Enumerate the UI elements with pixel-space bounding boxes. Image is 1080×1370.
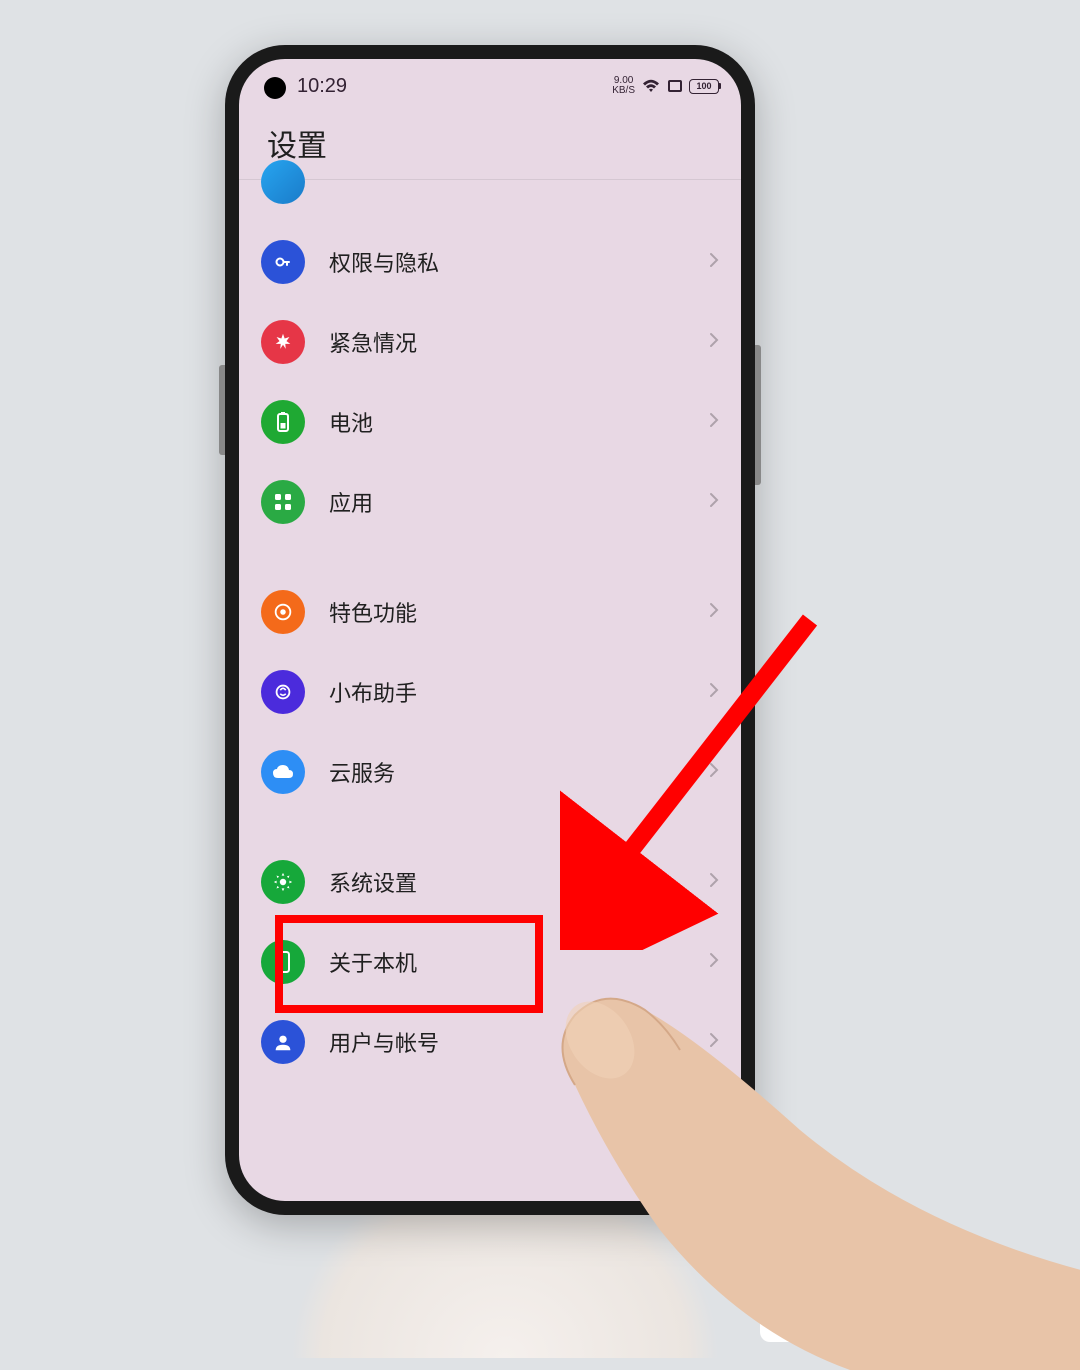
chevron-right-icon [709, 1032, 719, 1053]
item-label: 电池 [329, 406, 709, 438]
assistant-icon [261, 670, 305, 714]
page-title: 设置 [239, 113, 741, 179]
about-phone-icon [261, 940, 305, 984]
item-user-account[interactable]: 用户与帐号 [239, 1002, 741, 1082]
system-settings-icon [261, 860, 305, 904]
partial-item-icon [261, 160, 305, 204]
item-label: 应用 [329, 486, 709, 518]
watermark-logo [760, 1296, 806, 1342]
item-about-phone[interactable]: 关于本机 [239, 922, 741, 1002]
item-emergency[interactable]: 紧急情况 [239, 302, 741, 382]
chevron-right-icon [709, 762, 719, 783]
watermark-brand: 头条 [816, 1301, 868, 1338]
item-label: 紧急情况 [329, 326, 709, 358]
battery-settings-icon [261, 400, 305, 444]
item-label: 小布助手 [329, 676, 709, 708]
chevron-right-icon [709, 332, 719, 353]
front-camera [264, 77, 286, 99]
watermark-author: @小俊技术分享 [878, 1301, 1060, 1338]
item-apps[interactable]: 应用 [239, 462, 741, 542]
chevron-right-icon [709, 412, 719, 433]
item-label: 云服务 [329, 756, 709, 788]
chevron-right-icon [709, 682, 719, 703]
user-account-icon [261, 1020, 305, 1064]
settings-list-group-1: 权限与隐私 紧急情况 电池 应用 [239, 222, 741, 542]
apps-icon [261, 480, 305, 524]
chevron-right-icon [709, 252, 719, 273]
item-cloud[interactable]: 云服务 [239, 732, 741, 812]
item-battery[interactable]: 电池 [239, 382, 741, 462]
item-label: 权限与隐私 [329, 246, 709, 278]
phone-frame: 10:29 9.00 KB/S 100 设置 [225, 45, 755, 1215]
volte-icon [667, 79, 683, 93]
battery-icon: 100 [689, 79, 719, 94]
item-assistant[interactable]: 小布助手 [239, 652, 741, 732]
emergency-icon [261, 320, 305, 364]
item-label: 关于本机 [329, 946, 709, 978]
privacy-icon [261, 240, 305, 284]
item-label: 特色功能 [329, 596, 709, 628]
partial-scrolled-item[interactable] [239, 180, 741, 222]
features-icon [261, 590, 305, 634]
status-icons: 9.00 KB/S 100 [612, 76, 719, 96]
item-system-settings[interactable]: 系统设置 [239, 842, 741, 922]
status-time: 10:29 [297, 75, 347, 98]
power-button [755, 345, 761, 485]
chevron-right-icon [709, 602, 719, 623]
item-privacy[interactable]: 权限与隐私 [239, 222, 741, 302]
phone-screen: 10:29 9.00 KB/S 100 设置 [239, 59, 741, 1201]
wifi-icon [641, 78, 661, 94]
cloud-icon [261, 750, 305, 794]
item-features[interactable]: 特色功能 [239, 572, 741, 652]
item-label: 用户与帐号 [329, 1026, 709, 1058]
status-bar: 10:29 9.00 KB/S 100 [239, 59, 741, 113]
settings-list-group-3: 系统设置 关于本机 用户与帐号 [239, 842, 741, 1082]
network-speed: 9.00 KB/S [612, 76, 635, 96]
item-label: 系统设置 [329, 866, 709, 898]
watermark: 头条 @小俊技术分享 [760, 1296, 1060, 1342]
settings-list-group-2: 特色功能 小布助手 云服务 [239, 572, 741, 812]
chevron-right-icon [709, 492, 719, 513]
chevron-right-icon [709, 952, 719, 973]
chevron-right-icon [709, 872, 719, 893]
volume-button [219, 365, 225, 455]
